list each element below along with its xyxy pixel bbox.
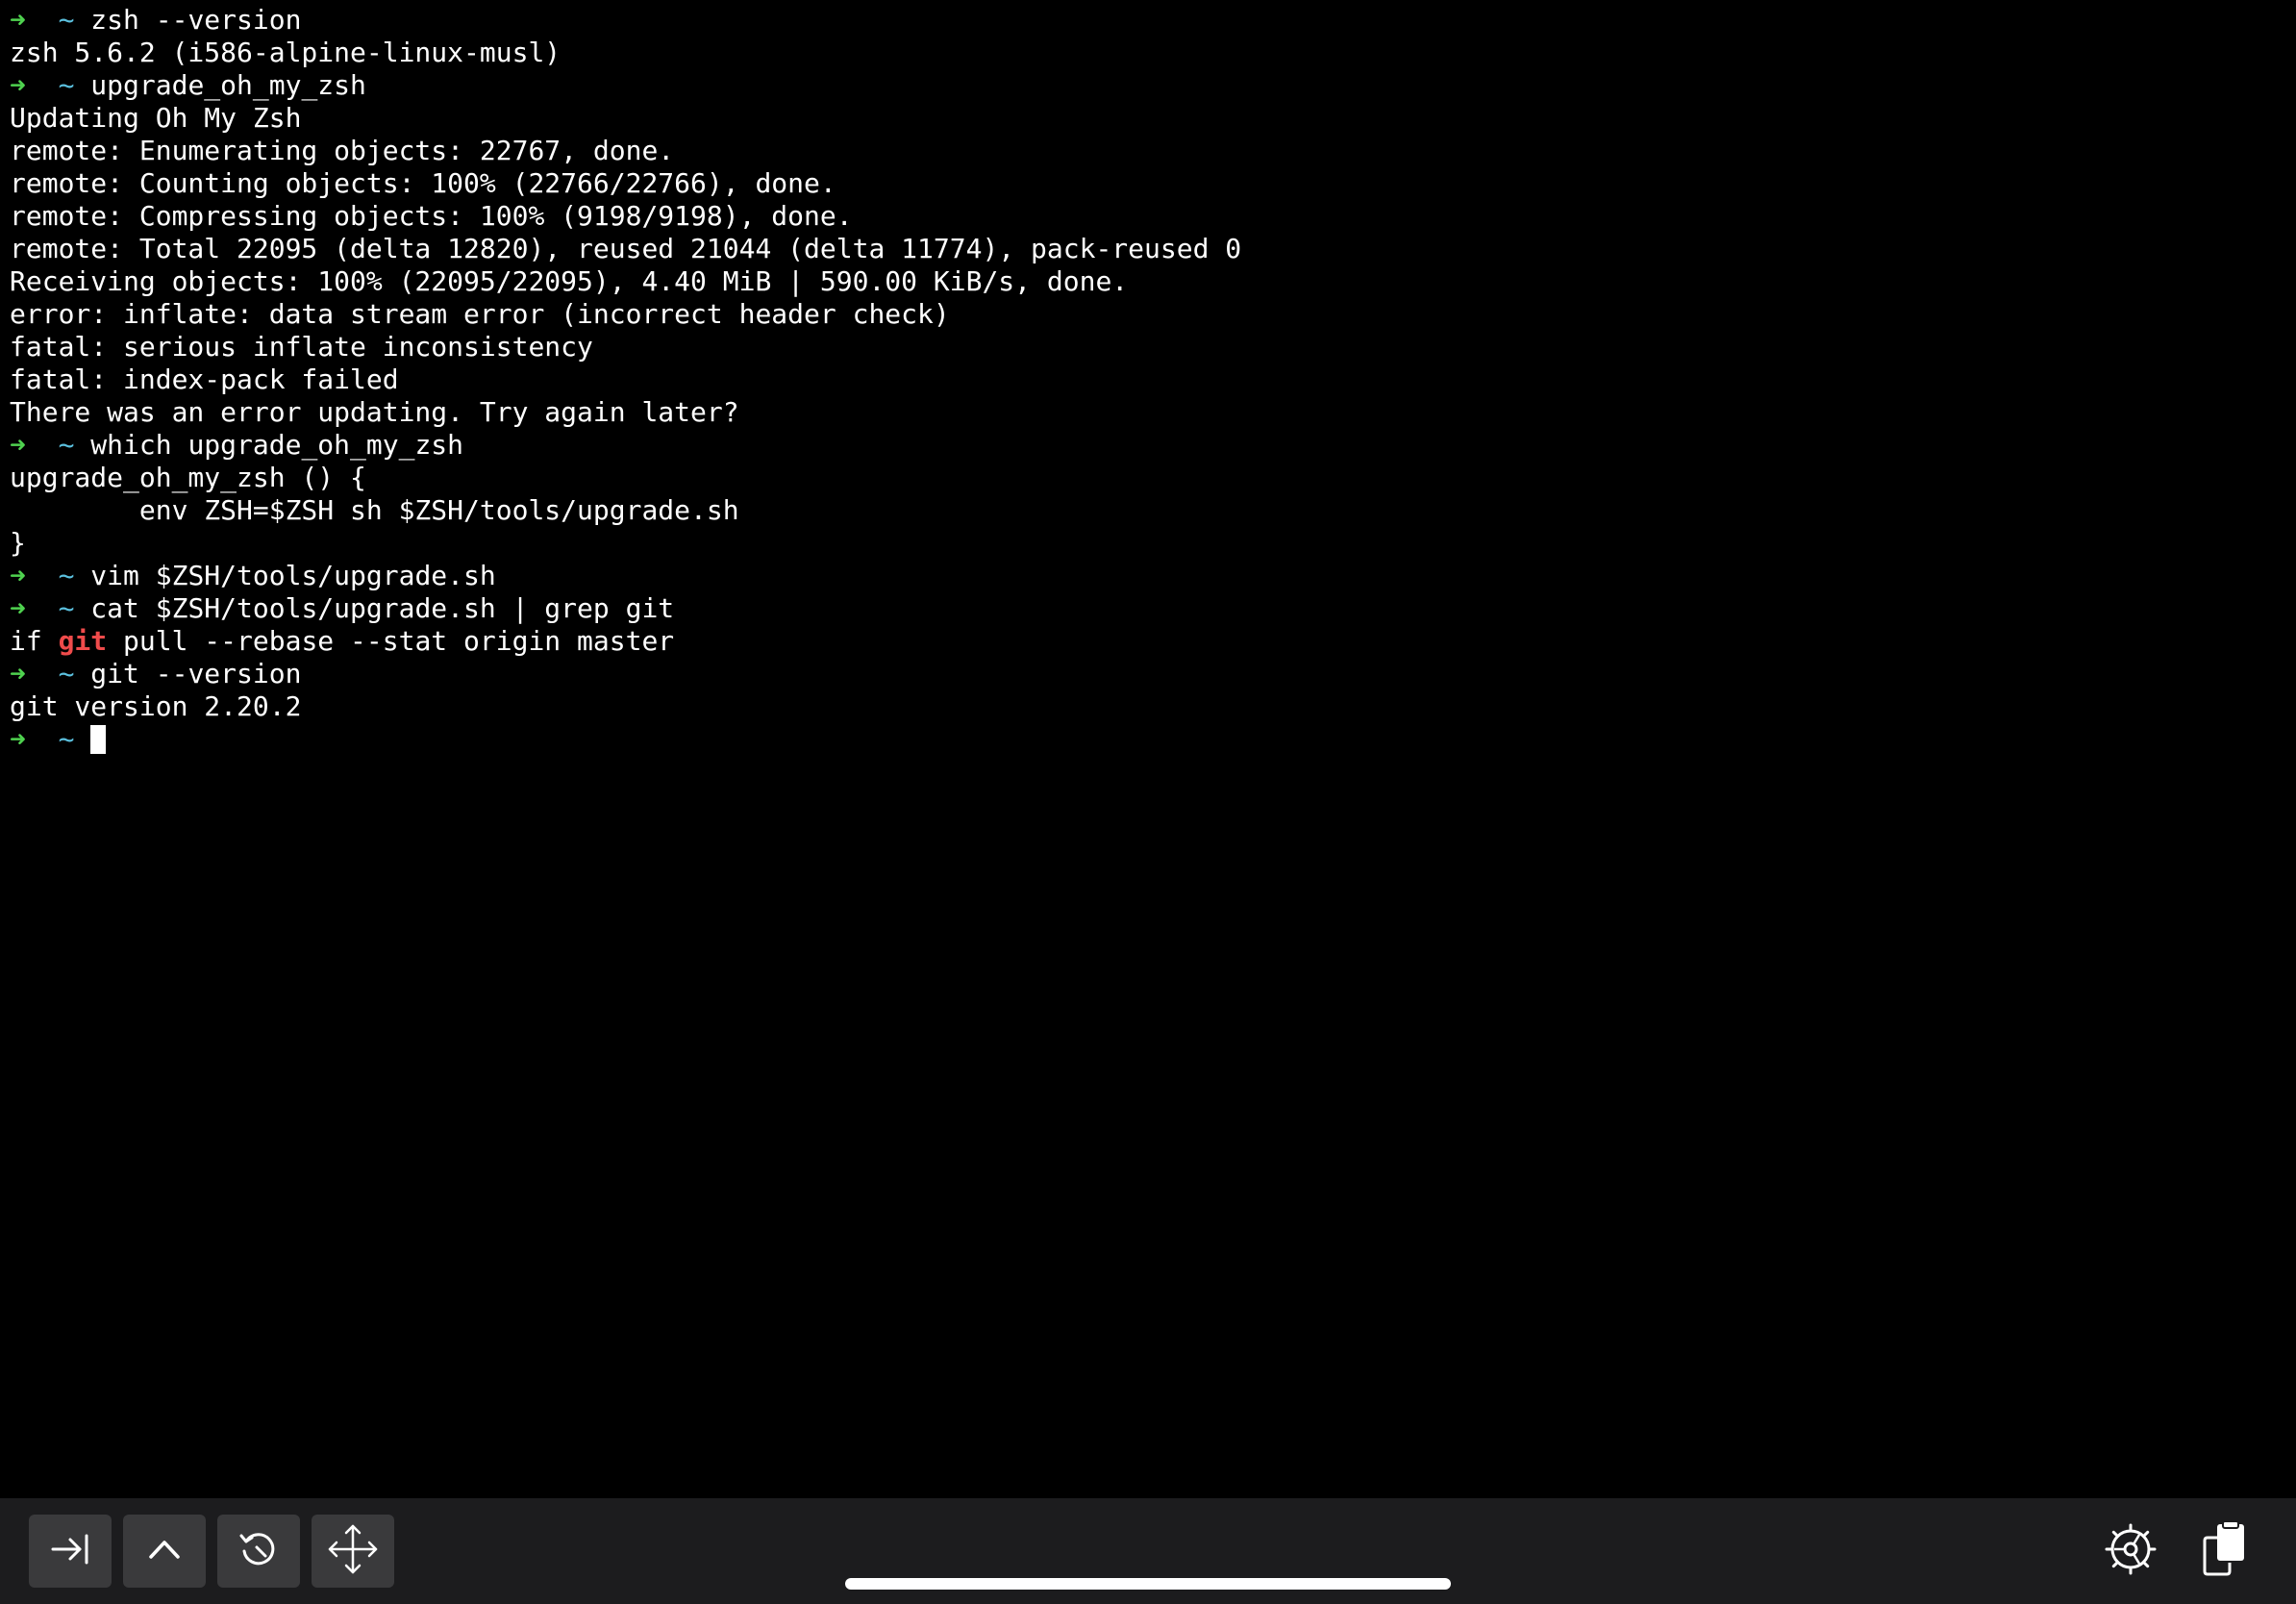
move-arrows-icon <box>326 1522 380 1580</box>
grep-match-highlight: git <box>58 625 108 657</box>
history-button[interactable] <box>217 1515 300 1588</box>
prompt-arrow-icon: ➜ <box>10 560 26 591</box>
command-text: vim $ZSH/tools/upgrade.sh <box>90 560 496 591</box>
prompt-arrow-icon: ➜ <box>10 592 26 624</box>
arrow-keys-button[interactable] <box>312 1515 394 1588</box>
command-line: ➜ ~ zsh --version <box>10 4 2288 37</box>
prompt-directory: ~ <box>58 723 75 755</box>
command-line: ➜ ~ which upgrade_oh_my_zsh <box>10 429 2288 462</box>
command-text: cat $ZSH/tools/upgrade.sh | grep git <box>90 592 675 624</box>
prompt-arrow-icon: ➜ <box>10 4 26 36</box>
output-line: } <box>10 527 26 559</box>
tab-key-button[interactable] <box>29 1515 112 1588</box>
output-line: env ZSH=$ZSH sh $ZSH/tools/upgrade.sh <box>10 494 739 526</box>
history-icon <box>236 1526 282 1576</box>
terminal-output[interactable]: ➜ ~ zsh --version zsh 5.6.2 (i586-alpine-… <box>10 4 2288 1490</box>
clipboard-icon <box>2198 1520 2252 1582</box>
output-line: upgrade_oh_my_zsh () { <box>10 462 366 493</box>
prompt-directory: ~ <box>58 4 75 36</box>
prompt-arrow-icon: ➜ <box>10 658 26 689</box>
output-line: remote: Compressing objects: 100% (9198/… <box>10 200 853 232</box>
prompt-line: ➜ ~ <box>10 723 2288 756</box>
settings-button[interactable] <box>2094 1515 2167 1588</box>
output-line: remote: Counting objects: 100% (22766/22… <box>10 167 836 199</box>
tab-arrow-icon <box>49 1528 91 1574</box>
output-line: remote: Enumerating objects: 22767, done… <box>10 135 675 166</box>
command-text: upgrade_oh_my_zsh <box>90 69 366 101</box>
prompt-arrow-icon: ➜ <box>10 723 26 755</box>
output-line: fatal: serious inflate inconsistency <box>10 331 593 363</box>
output-line: remote: Total 22095 (delta 12820), reuse… <box>10 233 1242 264</box>
prompt-directory: ~ <box>58 658 75 689</box>
output-line: error: inflate: data stream error (incor… <box>10 298 950 330</box>
command-line: ➜ ~ cat $ZSH/tools/upgrade.sh | grep git <box>10 592 2288 625</box>
output-text: if <box>10 625 59 657</box>
paste-button[interactable] <box>2188 1515 2261 1588</box>
command-line: ➜ ~ git --version <box>10 658 2288 690</box>
output-line: Updating Oh My Zsh <box>10 102 302 134</box>
output-line: fatal: index-pack failed <box>10 363 399 395</box>
output-line: zsh 5.6.2 (i586-alpine-linux-musl) <box>10 37 562 68</box>
prompt-directory: ~ <box>58 69 75 101</box>
prompt-directory: ~ <box>58 592 75 624</box>
output-line: if git pull --rebase --stat origin maste… <box>10 625 2288 658</box>
command-line: ➜ ~ vim $ZSH/tools/upgrade.sh <box>10 560 2288 592</box>
command-text: which upgrade_oh_my_zsh <box>90 429 464 461</box>
output-line: Receiving objects: 100% (22095/22095), 4… <box>10 265 1129 297</box>
command-text: zsh --version <box>90 4 302 36</box>
command-line: ➜ ~ upgrade_oh_my_zsh <box>10 69 2288 102</box>
prompt-arrow-icon: ➜ <box>10 69 26 101</box>
home-indicator[interactable] <box>845 1578 1451 1590</box>
output-line: There was an error updating. Try again l… <box>10 396 739 428</box>
caret-up-icon <box>143 1528 186 1574</box>
control-key-button[interactable] <box>123 1515 206 1588</box>
prompt-directory: ~ <box>58 560 75 591</box>
output-line: git version 2.20.2 <box>10 690 302 722</box>
prompt-arrow-icon: ➜ <box>10 429 26 461</box>
text-cursor[interactable] <box>90 725 107 754</box>
command-text: git --version <box>90 658 302 689</box>
prompt-directory: ~ <box>58 429 75 461</box>
output-text: pull --rebase --stat origin master <box>107 625 675 657</box>
gear-icon <box>2104 1522 2158 1580</box>
